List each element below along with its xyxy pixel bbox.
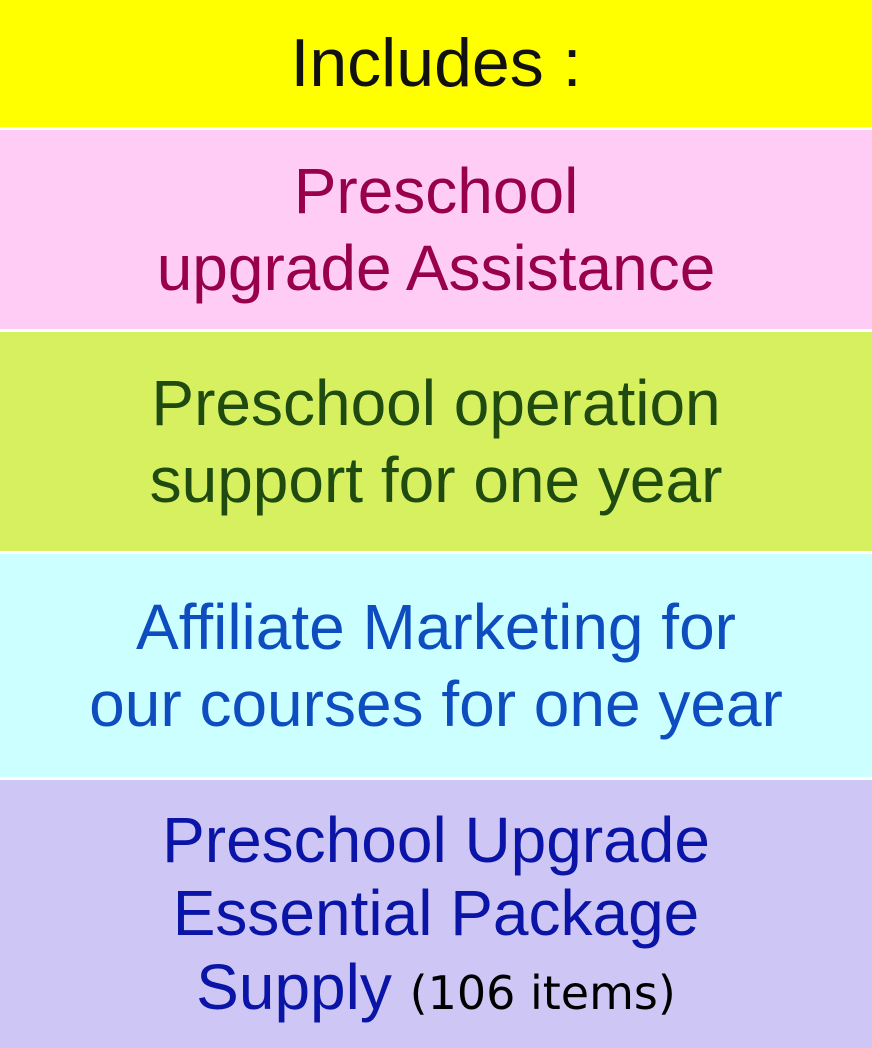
section-upgrade-assistance: Preschool upgrade Assistance: [0, 130, 872, 332]
section-operation-support: Preschool operation support for one year: [0, 332, 872, 554]
item-count-note: (106 items): [409, 965, 676, 1020]
section-essential-package-line-3: Supply (106 items): [196, 951, 676, 1025]
section-upgrade-assistance-line-1: Preschool: [293, 154, 579, 227]
section-operation-support-line-2: support for one year: [149, 443, 723, 516]
section-essential-package-line-1: Preschool Upgrade: [162, 803, 710, 876]
section-affiliate-marketing-line-1: Affiliate Marketing for: [136, 590, 736, 663]
includes-poster: Includes : Preschool upgrade Assistance …: [0, 0, 872, 1048]
section-affiliate-marketing-line-2: our courses for one year: [89, 667, 783, 740]
includes-heading: Includes :: [290, 24, 582, 101]
section-essential-package-supply-word: Supply: [196, 950, 392, 1023]
section-operation-support-line-1: Preschool operation: [151, 366, 721, 439]
section-essential-package-line-2: Essential Package: [172, 877, 700, 950]
section-affiliate-marketing: Affiliate Marketing for our courses for …: [0, 554, 872, 780]
section-essential-package: Preschool Upgrade Essential Package Supp…: [0, 780, 872, 1048]
section-upgrade-assistance-line-2: upgrade Assistance: [156, 231, 716, 304]
includes-header: Includes :: [0, 0, 872, 130]
